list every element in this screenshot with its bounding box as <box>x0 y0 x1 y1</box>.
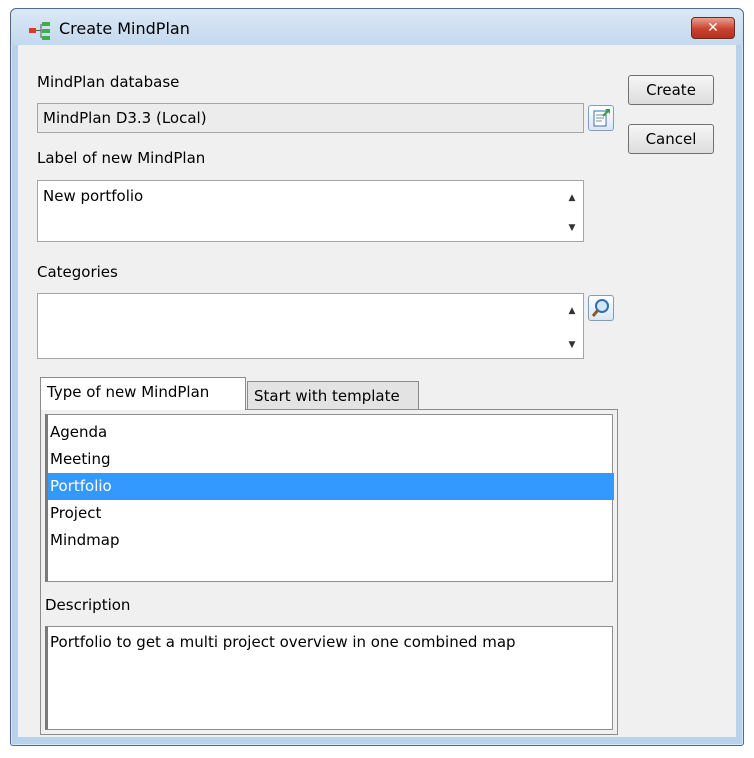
dialog-body: MindPlan database MindPlan D3.3 (Local) … <box>18 45 736 737</box>
mindplan-label-value: New portfolio <box>43 187 144 205</box>
list-item-portfolio[interactable]: Portfolio <box>48 473 614 500</box>
close-icon: ✕ <box>707 20 719 36</box>
type-listbox[interactable]: Agenda Meeting Portfolio Project Mindmap <box>45 414 614 582</box>
mindplan-label-label: Label of new MindPlan <box>37 149 206 167</box>
mindplan-label-input[interactable]: New portfolio ▲ ▼ <box>37 180 584 242</box>
database-field[interactable]: MindPlan D3.3 (Local) <box>37 103 584 133</box>
select-database-button[interactable] <box>588 105 614 131</box>
type-tab-panel: Agenda Meeting Portfolio Project Mindmap… <box>40 409 618 735</box>
list-item-meeting[interactable]: Meeting <box>48 446 614 473</box>
database-value: MindPlan D3.3 (Local) <box>43 109 207 127</box>
close-button[interactable]: ✕ <box>691 17 735 39</box>
list-item-project[interactable]: Project <box>48 500 614 527</box>
description-label: Description <box>45 596 131 614</box>
scroll-down-icon[interactable]: ▼ <box>563 337 581 352</box>
database-label: MindPlan database <box>37 73 180 91</box>
categories-input[interactable]: ▲ ▼ <box>37 293 584 359</box>
create-mindplan-dialog: Create MindPlan ✕ MindPlan database Mind… <box>10 8 744 746</box>
cancel-button[interactable]: Cancel <box>628 124 714 154</box>
scroll-up-icon[interactable]: ▲ <box>563 303 581 318</box>
tab-start-with-template[interactable]: Start with template <box>247 381 419 412</box>
categories-label: Categories <box>37 263 118 281</box>
search-categories-button[interactable] <box>588 295 614 321</box>
create-button[interactable]: Create <box>628 75 714 105</box>
tab-type-of-new-mindplan[interactable]: Type of new MindPlan <box>40 377 246 410</box>
search-icon <box>591 299 609 317</box>
database-select-icon <box>593 109 610 127</box>
description-text: Portfolio to get a multi project overvie… <box>50 633 516 651</box>
description-box: Portfolio to get a multi project overvie… <box>45 626 613 730</box>
list-item-agenda[interactable]: Agenda <box>48 419 614 446</box>
scroll-up-icon[interactable]: ▲ <box>563 190 581 205</box>
list-item-mindmap[interactable]: Mindmap <box>48 527 614 554</box>
title-bar[interactable]: Create MindPlan ✕ <box>11 9 743 45</box>
window-title: Create MindPlan <box>59 19 190 38</box>
mindplan-app-icon <box>29 22 50 40</box>
scroll-down-icon[interactable]: ▼ <box>563 220 581 235</box>
